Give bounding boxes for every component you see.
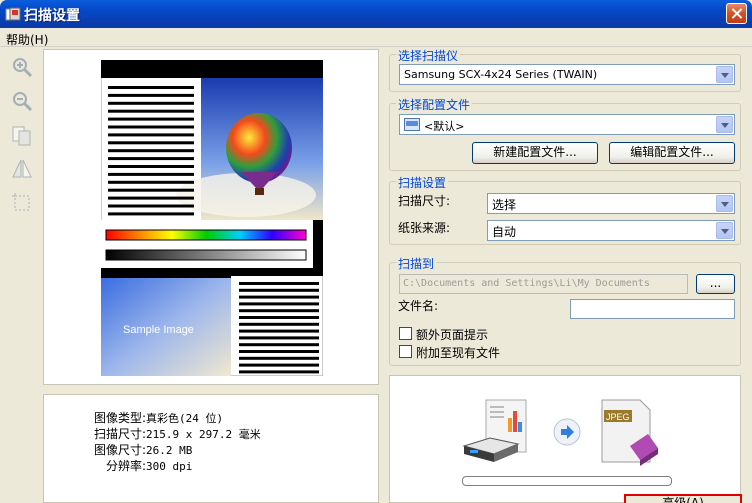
- jpeg-label: JPEG: [606, 412, 630, 422]
- arrow-right-icon: [553, 418, 581, 446]
- image-size-label: 图像尺寸:: [93, 443, 146, 457]
- advanced-button[interactable]: 高级(A): [624, 494, 742, 503]
- scan-path-field: C:\Documents and Settings\Li\My Document…: [399, 274, 688, 294]
- preview-text-line: [239, 309, 319, 313]
- chevron-down-icon[interactable]: [716, 66, 733, 83]
- menu-help[interactable]: 帮助(H): [6, 31, 48, 48]
- chevron-down-icon[interactable]: [716, 222, 733, 239]
- preview-text-line: [239, 302, 319, 306]
- extra-page-label: 额外页面提示: [416, 328, 489, 342]
- resolution-value: 300 dpi: [146, 460, 193, 473]
- preview-text-line: [108, 204, 194, 208]
- preview-sample-text: Sample Image: [123, 324, 194, 336]
- scanner-group: 选择扫描仪 Samsung SCX-4x24 Series (TWAIN): [389, 47, 741, 92]
- preview-text-line: [108, 172, 194, 176]
- scan-path-value: C:\Documents and Settings\Li\My Document…: [403, 278, 650, 289]
- scan-size-value: 215.9 x 297.2 毫米: [146, 428, 261, 441]
- image-info-panel: 图像类型:真彩色(24 位) 扫描尺寸:215.9 x 297.2 毫米 图像尺…: [43, 394, 379, 503]
- preview-text-line: [239, 282, 319, 285]
- zoom-in-icon[interactable]: [10, 55, 34, 79]
- crop-icon[interactable]: [10, 191, 34, 215]
- preview-text-line: [239, 370, 319, 374]
- scanner-group-title: 选择扫描仪: [396, 47, 461, 64]
- chevron-down-icon[interactable]: [716, 195, 733, 212]
- new-profile-button[interactable]: 新建配置文件...: [472, 142, 598, 164]
- scan-settings-group: 扫描设置 扫描尺寸: 选择 纸张来源: 自动: [389, 174, 741, 245]
- resolution-row: 分辨率:300 dpi: [80, 457, 192, 474]
- filename-label: 文件名:: [398, 299, 439, 313]
- preview-text-line: [239, 316, 319, 319]
- window-title: 扫描设置: [24, 8, 80, 24]
- browse-button[interactable]: ...: [696, 274, 735, 294]
- profile-icon: [404, 118, 420, 131]
- scan-animation-panel: JPEG: [389, 375, 741, 503]
- edit-profile-button[interactable]: 编辑配置文件...: [609, 142, 735, 164]
- scanner-select[interactable]: Samsung SCX-4x24 Series (TWAIN): [399, 64, 735, 85]
- filename-input[interactable]: [570, 299, 735, 319]
- extra-page-checkbox[interactable]: [399, 327, 412, 340]
- jpeg-file-icon: JPEG: [601, 399, 658, 466]
- preview-text-line: [108, 133, 194, 137]
- scan-settings-title: 扫描设置: [396, 174, 449, 191]
- preview-text-line: [239, 336, 319, 340]
- rotate-icon[interactable]: [10, 123, 34, 147]
- paper-source-select-value: 自动: [492, 225, 517, 239]
- preview-text-line: [108, 212, 194, 216]
- preview-panel: Sample Image: [43, 49, 379, 385]
- preview-image: Sample Image: [101, 60, 323, 376]
- preview-text-line: [239, 343, 319, 347]
- preview-text-line: [108, 188, 194, 192]
- scan-progress-bar: [462, 476, 672, 486]
- app-icon: [5, 7, 21, 21]
- image-type-label: 图像类型:: [93, 411, 146, 425]
- profile-select-value: <默认>: [424, 120, 465, 133]
- scan-size-field-label: 扫描尺寸:: [398, 194, 451, 208]
- paper-source-label: 纸张来源:: [398, 221, 451, 235]
- image-size-row: 图像尺寸:26.2 MB: [80, 441, 192, 458]
- scan-size-label: 扫描尺寸:: [93, 427, 146, 441]
- preview-text-line: [108, 141, 194, 145]
- flip-icon[interactable]: [10, 157, 34, 181]
- preview-text-line: [239, 288, 319, 292]
- profile-group-title: 选择配置文件: [396, 96, 473, 113]
- scan-size-select-value: 选择: [492, 198, 517, 212]
- preview-text-line: [108, 117, 194, 121]
- preview-text-line: [108, 180, 194, 184]
- preview-text-line: [108, 101, 194, 105]
- preview-text-line: [108, 196, 194, 200]
- scanner-select-value: Samsung SCX-4x24 Series (TWAIN): [404, 68, 598, 81]
- scanner-document-icon: [462, 399, 527, 462]
- image-size-value: 26.2 MB: [146, 444, 193, 457]
- preview-text-line: [108, 109, 194, 113]
- preview-text-line: [108, 157, 194, 161]
- preview-text-line: [108, 165, 194, 168]
- profile-select[interactable]: <默认>: [399, 114, 735, 135]
- image-type-value: 真彩色(24 位): [146, 412, 224, 425]
- preview-text-line: [239, 322, 319, 326]
- preview-text-line: [108, 125, 194, 129]
- preview-text-line: [239, 295, 319, 299]
- preview-text-line: [108, 93, 194, 97]
- preview-text-line: [108, 149, 194, 153]
- paper-source-select[interactable]: 自动: [487, 220, 735, 241]
- image-type-row: 图像类型:真彩色(24 位): [80, 409, 223, 426]
- zoom-out-icon[interactable]: [10, 89, 34, 113]
- scan-size-row: 扫描尺寸:215.9 x 297.2 毫米: [80, 425, 261, 442]
- resolution-label: 分辨率:: [105, 459, 146, 473]
- profile-group: 选择配置文件 <默认> 新建配置文件... 编辑配置文件...: [389, 96, 741, 171]
- preview-text-line: [239, 329, 319, 333]
- scan-to-title: 扫描到: [396, 255, 437, 272]
- chevron-down-icon[interactable]: [716, 116, 733, 133]
- scan-to-group: 扫描到 C:\Documents and Settings\Li\My Docu…: [389, 255, 741, 366]
- preview-text-line: [239, 363, 319, 367]
- append-file-checkbox[interactable]: [399, 345, 412, 358]
- close-button[interactable]: [726, 3, 747, 24]
- preview-text-line: [108, 86, 194, 89]
- append-file-label: 附加至现有文件: [416, 346, 501, 360]
- preview-text-line: [239, 356, 319, 360]
- scan-size-select[interactable]: 选择: [487, 193, 735, 214]
- preview-text-line: [239, 350, 319, 353]
- title-bar: 扫描设置: [0, 0, 752, 28]
- menu-bar: 帮助(H): [0, 28, 752, 47]
